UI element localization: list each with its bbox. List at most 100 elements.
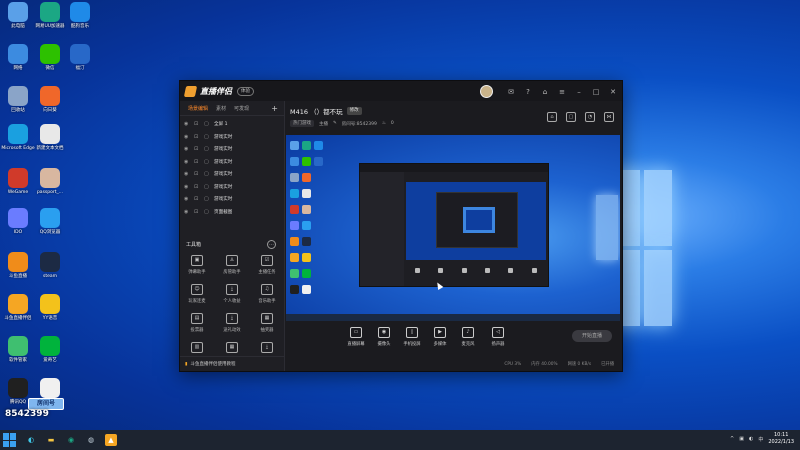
title-bar[interactable]: 直播伴侣 体验 ✉ ? ⌂ ≡ – □ ✕ (180, 81, 622, 101)
tool-item[interactable]: ▤ 投票器 (180, 313, 214, 339)
scene-item[interactable]: ◉ ⊡ ▢ 游戏实时 (180, 193, 284, 206)
avatar[interactable] (480, 85, 493, 98)
desktop-icon[interactable]: 新建文本文档 (34, 124, 66, 152)
version-badge[interactable]: 体验 (237, 86, 254, 96)
menu-icon[interactable]: ≡ (557, 87, 567, 97)
uu-accelerator-icon[interactable]: ◉ (65, 434, 77, 446)
desktop-icon[interactable]: 回收站 (2, 86, 34, 114)
go-live-button[interactable]: 开始直播 (572, 330, 612, 342)
tray-app-icon[interactable]: ▣ (739, 436, 744, 442)
control-button[interactable]: ♪ 麦克风 (456, 327, 480, 347)
lock-icon[interactable]: ⊡ (194, 121, 200, 127)
visibility-icon[interactable]: ◉ (184, 196, 190, 202)
control-button[interactable]: ▶ 多媒体 (428, 327, 452, 347)
help-icon[interactable]: ? (523, 87, 533, 97)
lock-icon[interactable]: ⊡ (194, 184, 200, 190)
tool-item[interactable]: ♙ 房管助手 (215, 255, 249, 281)
visibility-icon[interactable]: ◉ (184, 121, 190, 127)
lock-icon[interactable]: ⊡ (194, 134, 200, 140)
desktop-icon[interactable]: 福汀 (64, 44, 96, 72)
minimize-icon[interactable]: – (574, 87, 584, 97)
tool-item[interactable]: ▣ 弹幕助手 (180, 255, 214, 281)
notice-bar[interactable]: ▮ 斗鱼直播伴侣使用教程 (180, 356, 284, 371)
edge-icon[interactable]: ◐ (25, 434, 37, 446)
tray-ime-icon[interactable]: 中 (758, 436, 763, 443)
clock[interactable]: 10:11 2022/1/13 (768, 432, 794, 446)
control-button[interactable]: ◉ 摄像头 (372, 327, 396, 347)
desktop-icon[interactable]: 酷狗音乐 (64, 2, 96, 30)
desktop-icon[interactable]: 斗鱼直播伴侣 (2, 294, 34, 322)
lock-icon[interactable]: ⊡ (194, 146, 200, 152)
visibility-icon[interactable]: ◉ (184, 134, 190, 140)
lock-icon[interactable]: ⊡ (194, 209, 200, 215)
desktop-icon[interactable] (34, 378, 66, 400)
desktop-icon[interactable]: 此电脑 (2, 2, 34, 30)
tray-network-icon[interactable]: ◐ (749, 436, 753, 442)
tab-material[interactable]: 素材 (216, 105, 226, 112)
scene-item[interactable]: ◉ ⊡ ▢ 游戏实时 (180, 168, 284, 181)
desktop-icon[interactable]: YY语音 (34, 294, 66, 322)
tool-item[interactable]: ▦ 抽奖器 (250, 313, 284, 339)
room-title[interactable]: M416 （）都不玩 (290, 106, 343, 116)
scene-item[interactable]: ◉ ⊡ ▢ 游戏实时 (180, 181, 284, 194)
skin-icon[interactable]: ⌂ (540, 87, 550, 97)
tool-icon: ⤓ (261, 342, 273, 353)
tool-item[interactable]: ⤓ 送礼动效 (215, 313, 249, 339)
maximize-icon[interactable]: □ (591, 87, 601, 97)
lock-icon[interactable]: ⊡ (194, 196, 200, 202)
desktop-icon[interactable]: QQ浏览器 (34, 208, 66, 236)
category-chip[interactable]: 热门游戏 (290, 120, 314, 127)
desktop-app-icon (40, 124, 60, 144)
tool-item[interactable]: ☑ 主播任务 (250, 255, 284, 281)
desktop-icon[interactable]: 微信 (34, 44, 66, 72)
gift-icon[interactable]: ⌂ (547, 112, 557, 122)
tray-expand-icon[interactable]: ^ (730, 436, 734, 442)
visibility-icon[interactable]: ◉ (184, 209, 190, 215)
control-button[interactable]: ▭ 直播屏幕 (344, 327, 368, 347)
desktop-icon[interactable]: 网易UU加速器 (34, 2, 66, 30)
add-scene-button[interactable]: + (271, 104, 278, 113)
steam-icon[interactable]: ◍ (85, 434, 97, 446)
lock-icon[interactable]: ⊡ (194, 171, 200, 177)
lock-icon[interactable]: ⊡ (194, 159, 200, 165)
visibility-icon[interactable]: ◉ (184, 159, 190, 165)
desktop-icon[interactable]: 向日葵 (34, 86, 66, 114)
tool-item[interactable]: ♫ 音乐助手 (250, 284, 284, 310)
record-icon[interactable]: ▢ (566, 112, 576, 122)
desktop-icon[interactable]: WeGame (2, 168, 34, 196)
scene-item[interactable]: ◉ ⊡ ▢ 页面截图 (180, 206, 284, 219)
desktop-icon[interactable]: 网络 (2, 44, 34, 72)
tool-item[interactable]: ☺ 玩家连麦 (180, 284, 214, 310)
visibility-icon[interactable]: ◉ (184, 146, 190, 152)
close-icon[interactable]: ✕ (608, 87, 618, 97)
visibility-icon[interactable]: ◉ (184, 171, 190, 177)
scene-item[interactable]: ◉ ⊡ ▢ 游戏实时 (180, 156, 284, 169)
desktop-icon[interactable]: 斗鱼直播 (2, 252, 34, 280)
toolbox-header: 工具箱 … (180, 237, 284, 251)
douyu-companion-icon[interactable]: ▲ (105, 434, 117, 446)
stream-preview[interactable] (286, 135, 620, 321)
desktop-icon[interactable]: 爱奇艺 (34, 336, 66, 364)
edit-title-button[interactable]: 修改 (346, 107, 362, 115)
edit-icon[interactable]: ✎ (333, 121, 337, 126)
message-icon[interactable]: ✉ (506, 87, 516, 97)
control-button[interactable]: ◁ 扬声器 (486, 327, 510, 347)
tab-discover[interactable]: 可发现 (234, 105, 249, 112)
file-explorer-icon[interactable]: ▬ (45, 434, 57, 446)
tab-scene-edit[interactable]: 场景编辑 (188, 105, 208, 112)
share-icon[interactable]: ⋈ (604, 112, 614, 122)
desktop-icon[interactable]: steam (34, 252, 66, 280)
scene-item[interactable]: ◉ ⊡ ▢ 全屏 1 (180, 118, 284, 131)
toolbox-more-icon[interactable]: … (267, 239, 276, 249)
scene-item[interactable]: ◉ ⊡ ▢ 游戏实时 (180, 131, 284, 144)
desktop-icon[interactable]: IDO (2, 208, 34, 236)
control-button[interactable]: ▯ 手机投屏 (400, 327, 424, 347)
bell-icon[interactable]: ◔ (585, 112, 595, 122)
scene-item[interactable]: ◉ ⊡ ▢ 游戏实时 (180, 143, 284, 156)
start-button[interactable] (3, 433, 17, 447)
desktop-icon[interactable]: passport_... (34, 168, 66, 196)
desktop-icon[interactable]: 软件管家 (2, 336, 34, 364)
desktop-icon[interactable]: Microsoft Edge (1, 124, 35, 152)
visibility-icon[interactable]: ◉ (184, 184, 190, 190)
tool-item[interactable]: ⤓ 个人收益 (215, 284, 249, 310)
